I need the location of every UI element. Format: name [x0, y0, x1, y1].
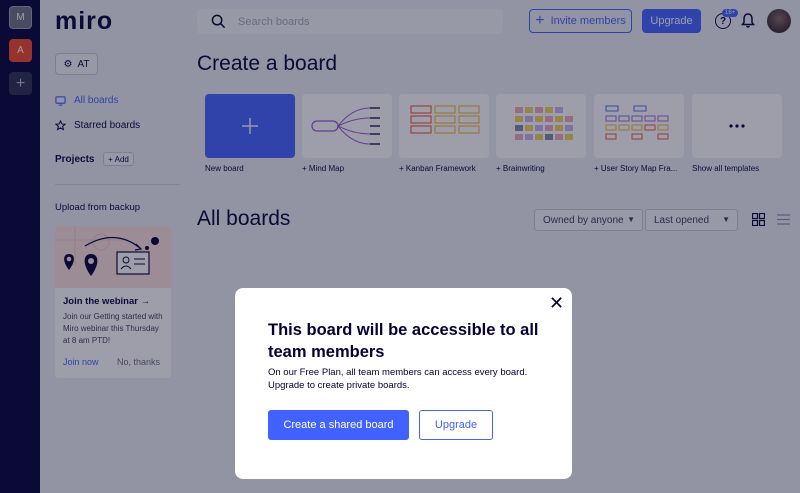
dialog-title: This board will be accessible to all tea… — [268, 321, 539, 361]
close-icon[interactable]: ✕ — [549, 294, 564, 312]
dialog-upgrade-button[interactable]: Upgrade — [419, 410, 493, 440]
shared-board-dialog: ✕ This board will be accessible to all t… — [235, 288, 572, 479]
create-shared-board-button[interactable]: Create a shared board — [268, 410, 409, 440]
dialog-description: On our Free Plan, all team members can a… — [268, 367, 528, 391]
